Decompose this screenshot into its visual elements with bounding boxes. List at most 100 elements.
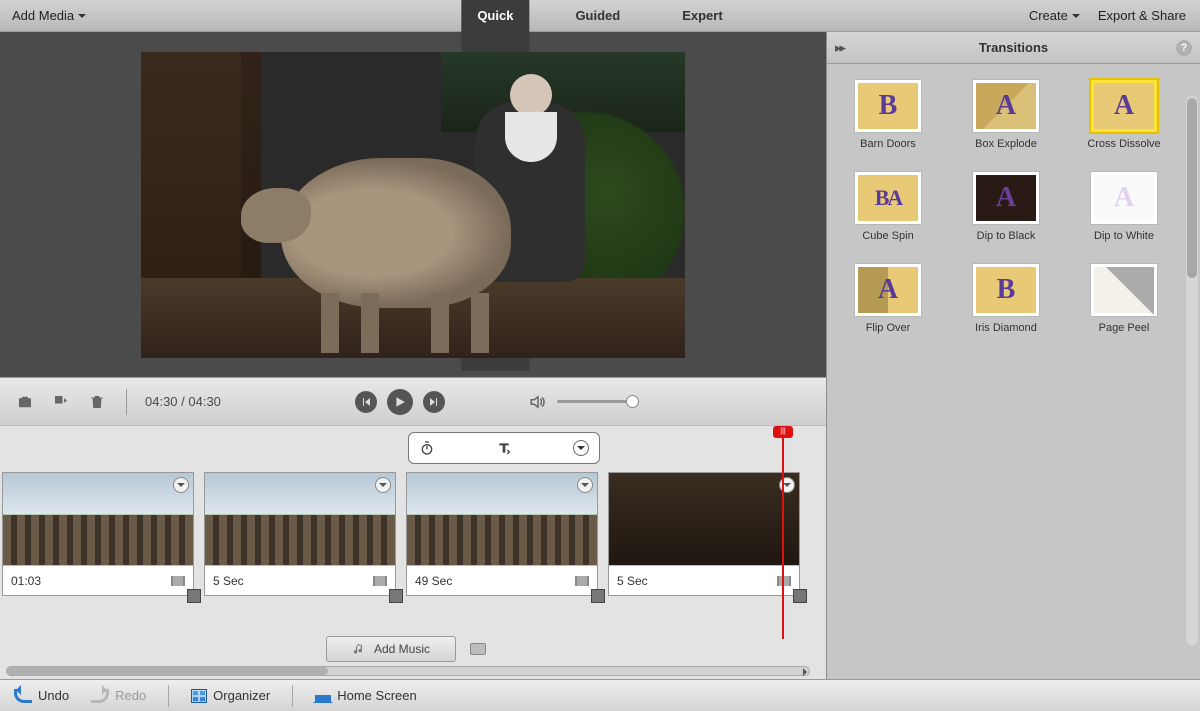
clip-thumbnail bbox=[205, 473, 395, 565]
transition-thumbnail: A bbox=[973, 80, 1039, 132]
volume-icon[interactable] bbox=[529, 393, 547, 411]
transition-item[interactable]: A Flip Over bbox=[841, 264, 935, 334]
transition-item[interactable]: ADip to White bbox=[1077, 172, 1171, 242]
vertical-scrollbar[interactable] bbox=[1186, 96, 1198, 645]
help-button[interactable]: ? bbox=[1176, 40, 1192, 56]
rotate-icon bbox=[52, 393, 70, 411]
transition-item[interactable]: ABox Explode bbox=[959, 80, 1053, 150]
top-menubar: Add Media Quick Guided Expert Create Exp… bbox=[0, 0, 1200, 32]
transition-label: Cross Dissolve bbox=[1077, 138, 1171, 150]
collapse-panel-button[interactable]: ▸▸ bbox=[835, 40, 844, 56]
create-menu[interactable]: Create bbox=[1029, 8, 1080, 23]
transition-item[interactable]: BIris Diamond bbox=[959, 264, 1053, 334]
clip-duration-row: 01:03 bbox=[3, 565, 193, 595]
add-music-button[interactable]: Add Music bbox=[326, 636, 456, 662]
clip-duration-label: 5 Sec bbox=[213, 574, 244, 588]
music-note-icon bbox=[352, 642, 366, 656]
transition-label: Flip Over bbox=[841, 322, 935, 334]
clip-menu-button[interactable] bbox=[173, 477, 189, 493]
clip-menu-button[interactable] bbox=[779, 477, 795, 493]
title-button[interactable] bbox=[496, 440, 512, 456]
export-share-button[interactable]: Export & Share bbox=[1098, 8, 1186, 23]
timecode-display: 04:30 / 04:30 bbox=[145, 394, 221, 409]
timeline-clip[interactable]: 5 Sec bbox=[204, 472, 396, 596]
timeline-clip[interactable]: 5 Sec bbox=[608, 472, 800, 596]
divider bbox=[126, 389, 127, 415]
transition-thumbnail: BA bbox=[855, 172, 921, 224]
organizer-button[interactable]: Organizer bbox=[191, 688, 270, 703]
clip-menu-button[interactable] bbox=[375, 477, 391, 493]
clip-duration-row: 49 Sec bbox=[407, 565, 597, 595]
transitions-grid: BBarn DoorsABox ExplodeACross DissolveBA… bbox=[827, 64, 1200, 624]
transition-thumbnail: B bbox=[855, 80, 921, 132]
transition-label: Dip to Black bbox=[959, 230, 1053, 242]
transition-item[interactable]: B Barn Doors bbox=[841, 80, 935, 150]
bottom-toolbar: Undo Redo Organizer Home Screen bbox=[0, 679, 1200, 711]
film-icon bbox=[373, 576, 387, 586]
time-stretch-button[interactable] bbox=[419, 440, 435, 456]
transition-thumbnail: A bbox=[855, 264, 921, 316]
redo-icon bbox=[91, 689, 109, 703]
transition-thumbnail: A bbox=[1091, 80, 1157, 132]
transition-item[interactable]: A Dip to Black bbox=[959, 172, 1053, 242]
caret-down-icon bbox=[78, 14, 86, 22]
panel-header: ▸▸ Transitions ? bbox=[827, 32, 1200, 64]
add-media-menu[interactable]: Add Media bbox=[0, 8, 86, 23]
rotate-button[interactable] bbox=[50, 391, 72, 413]
divider bbox=[292, 685, 293, 707]
caret-down-icon bbox=[1072, 14, 1080, 22]
scrollbar-thumb[interactable] bbox=[1187, 98, 1197, 278]
scroll-right-button[interactable] bbox=[801, 666, 813, 678]
clip-thumbnail bbox=[407, 473, 597, 565]
play-button[interactable] bbox=[387, 389, 413, 415]
volume-slider[interactable] bbox=[557, 400, 633, 403]
clip-more-button[interactable] bbox=[573, 440, 589, 456]
home-icon bbox=[315, 689, 331, 703]
scrollbar-thumb[interactable] bbox=[7, 667, 328, 675]
slider-thumb[interactable] bbox=[626, 395, 639, 408]
transition-label: Iris Diamond bbox=[959, 322, 1053, 334]
timeline-clip[interactable]: 01:03 bbox=[2, 472, 194, 596]
clip-tools-popup bbox=[408, 432, 600, 464]
step-back-button[interactable] bbox=[355, 391, 377, 413]
browse-music-button[interactable] bbox=[470, 643, 486, 655]
trash-icon bbox=[88, 393, 106, 411]
transition-label: Cube Spin bbox=[841, 230, 935, 242]
transition-item[interactable]: Page Peel bbox=[1077, 264, 1171, 334]
undo-button[interactable]: Undo bbox=[14, 688, 69, 703]
transition-item[interactable]: BA Cube Spin bbox=[841, 172, 935, 242]
film-icon bbox=[777, 576, 791, 586]
transition-item[interactable]: A Cross Dissolve bbox=[1077, 80, 1171, 150]
clip-menu-button[interactable] bbox=[577, 477, 593, 493]
text-icon bbox=[496, 440, 512, 456]
clip-duration-label: 5 Sec bbox=[617, 574, 648, 588]
timeline[interactable]: 01:03 5 Sec 49 Sec 5 Sec Add Music bbox=[0, 425, 826, 679]
add-music-label: Add Music bbox=[374, 642, 430, 656]
timeline-clip[interactable]: 49 Sec bbox=[406, 472, 598, 596]
add-media-label: Add Media bbox=[12, 8, 74, 23]
transition-slot[interactable] bbox=[389, 589, 403, 603]
organizer-icon bbox=[191, 689, 207, 703]
step-forward-button[interactable] bbox=[423, 391, 445, 413]
home-screen-button[interactable]: Home Screen bbox=[315, 688, 416, 703]
horizontal-scrollbar[interactable] bbox=[6, 666, 810, 676]
transition-thumbnail: A bbox=[973, 172, 1039, 224]
step-forward-icon bbox=[429, 397, 439, 407]
transition-slot[interactable] bbox=[793, 589, 807, 603]
redo-button[interactable]: Redo bbox=[91, 688, 146, 703]
clip-thumbnail bbox=[3, 473, 193, 565]
caret-down-icon bbox=[577, 446, 585, 454]
play-icon bbox=[394, 396, 406, 408]
clip-duration-label: 49 Sec bbox=[415, 574, 452, 588]
preview-frame[interactable] bbox=[141, 52, 685, 358]
snapshot-button[interactable] bbox=[14, 391, 36, 413]
transition-label: Barn Doors bbox=[841, 138, 935, 150]
stopwatch-icon bbox=[419, 440, 435, 456]
transition-slot[interactable] bbox=[591, 589, 605, 603]
clip-duration-label: 01:03 bbox=[11, 574, 41, 588]
transition-slot[interactable] bbox=[187, 589, 201, 603]
undo-icon bbox=[14, 689, 32, 703]
delete-button[interactable] bbox=[86, 391, 108, 413]
film-icon bbox=[575, 576, 589, 586]
film-icon bbox=[171, 576, 185, 586]
